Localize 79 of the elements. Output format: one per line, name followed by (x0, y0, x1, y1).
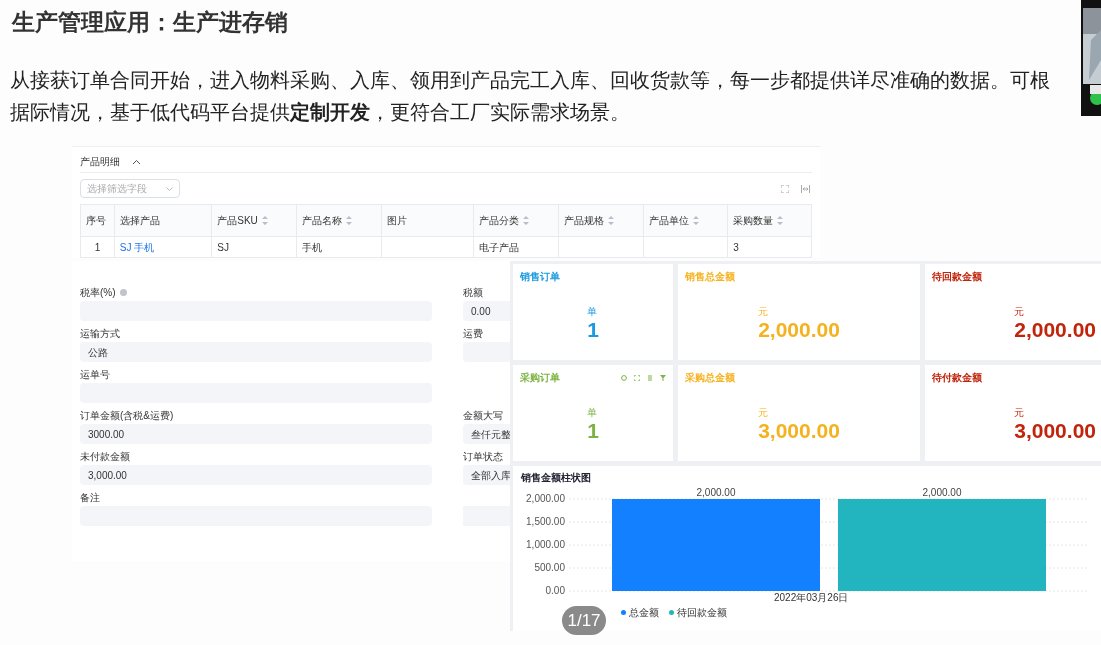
collapse-icon[interactable] (132, 158, 141, 165)
column-header[interactable]: 产品SKU (211, 204, 297, 237)
fullscreen-icon[interactable] (781, 184, 789, 193)
chevron-icon (166, 186, 173, 191)
legend-label[interactable]: 待回款金额 (677, 605, 727, 620)
slide-title: 生产管理应用：生产进存销 (12, 7, 288, 37)
stat-value: 2,000.00 (758, 318, 840, 341)
column-width-icon[interactable] (801, 184, 810, 193)
slide-counter: 1/17 (562, 606, 606, 635)
sort-icon[interactable] (692, 216, 699, 225)
stat-value: 1 (587, 419, 599, 442)
card-title: 销售订单 (520, 270, 560, 284)
table-cell: 手机 (296, 236, 382, 258)
card-title: 采购总金额 (685, 371, 735, 385)
table-cell: 电子产品 (473, 236, 559, 258)
axis-category-label: 2022年03月26日 (774, 592, 849, 604)
sort-icon[interactable] (777, 216, 784, 225)
slide-paragraph: 从接获订单合同开始，进入物料采购、入库、领用到产品完工入库、回收货款等，每一步都提供详尽准确的数据。可根据际情况，基于低代码平台提供定制开发，更符合工厂实际需求场景。 (10, 68, 1051, 125)
unit-label: 元 (1014, 304, 1025, 319)
unit-label: 单 (587, 405, 598, 420)
field-label: 备注 (80, 490, 100, 505)
sort-icon[interactable] (261, 216, 268, 225)
axis-tick-label: 1,500.00 (526, 517, 565, 527)
sort-icon[interactable] (523, 216, 530, 225)
axis-tick-label: 2,000.00 (526, 494, 565, 504)
bar-value-label: 2,000.00 (922, 487, 962, 498)
field-label: 税率(%) (80, 285, 116, 300)
column-header: 选择产品 (114, 204, 212, 237)
card-title: 待付款金额 (932, 371, 982, 385)
info-icon (119, 288, 127, 296)
section-title: 产品明细 (80, 155, 120, 169)
unit-label: 单 (587, 304, 598, 319)
stat-value: 1 (587, 318, 599, 341)
unit-label: 元 (1014, 405, 1025, 420)
field-label: 税额 (463, 285, 483, 300)
input-field[interactable]: 0.00 (463, 301, 510, 321)
input-field[interactable]: 3,000.00 (80, 465, 432, 485)
stat-value: 3,000.00 (758, 419, 840, 442)
column-header[interactable]: 采购数量 (727, 204, 812, 237)
field-label: 订单状态 (463, 449, 503, 464)
input-field[interactable]: 全部入库 (463, 465, 510, 485)
column-header: 图片 (381, 204, 474, 237)
card-title: 采购订单 (520, 371, 560, 385)
chart-title: 销售金额柱状图 (521, 471, 591, 485)
table-cell: 1 (80, 236, 115, 258)
axis-tick-label: 1,000.00 (526, 540, 565, 550)
refresh-icon[interactable] (621, 374, 627, 381)
unit-label: 元 (758, 304, 769, 319)
column-header[interactable]: 产品分类 (473, 204, 559, 237)
input-field[interactable]: 叁仟元整 (463, 424, 510, 444)
filter-icon[interactable] (660, 374, 666, 381)
input-field[interactable]: 公路 (80, 342, 432, 362)
column-header[interactable]: 产品单位 (643, 204, 728, 237)
sort-icon[interactable] (607, 216, 614, 225)
column-header: 序号 (80, 204, 115, 237)
axis-tick-label: 500.00 (534, 563, 565, 573)
field-label: 运输方式 (80, 326, 120, 341)
field-label: 运单号 (80, 367, 110, 382)
field-label: 未付款金额 (80, 449, 130, 464)
sort-icon[interactable] (647, 374, 653, 381)
product-link[interactable]: SJ 手机 (114, 236, 212, 258)
column-header[interactable]: 产品规格 (558, 204, 643, 237)
table-cell: SJ (211, 236, 297, 258)
fullscreen-icon[interactable] (634, 374, 640, 381)
stat-value: 3,000.00 (1014, 419, 1096, 442)
stat-value: 2,000.00 (1014, 318, 1096, 341)
input-field[interactable]: 3000.00 (80, 424, 432, 444)
axis-tick-label: 0.00 (545, 586, 565, 596)
unit-label: 元 (758, 405, 769, 420)
field-label: 金额大写 (463, 408, 503, 423)
card-title: 待回款金额 (932, 270, 982, 284)
field-label: 订单金额(含税&运费) (80, 408, 174, 423)
legend-label[interactable]: 总金额 (629, 605, 659, 620)
bar-value-label: 2,000.00 (696, 487, 736, 498)
column-header[interactable]: 产品名称 (296, 204, 382, 237)
card-title: 销售总金额 (685, 270, 735, 284)
field-label: 运费 (463, 326, 483, 341)
table-cell: 3 (727, 236, 812, 258)
sort-icon[interactable] (345, 216, 352, 225)
